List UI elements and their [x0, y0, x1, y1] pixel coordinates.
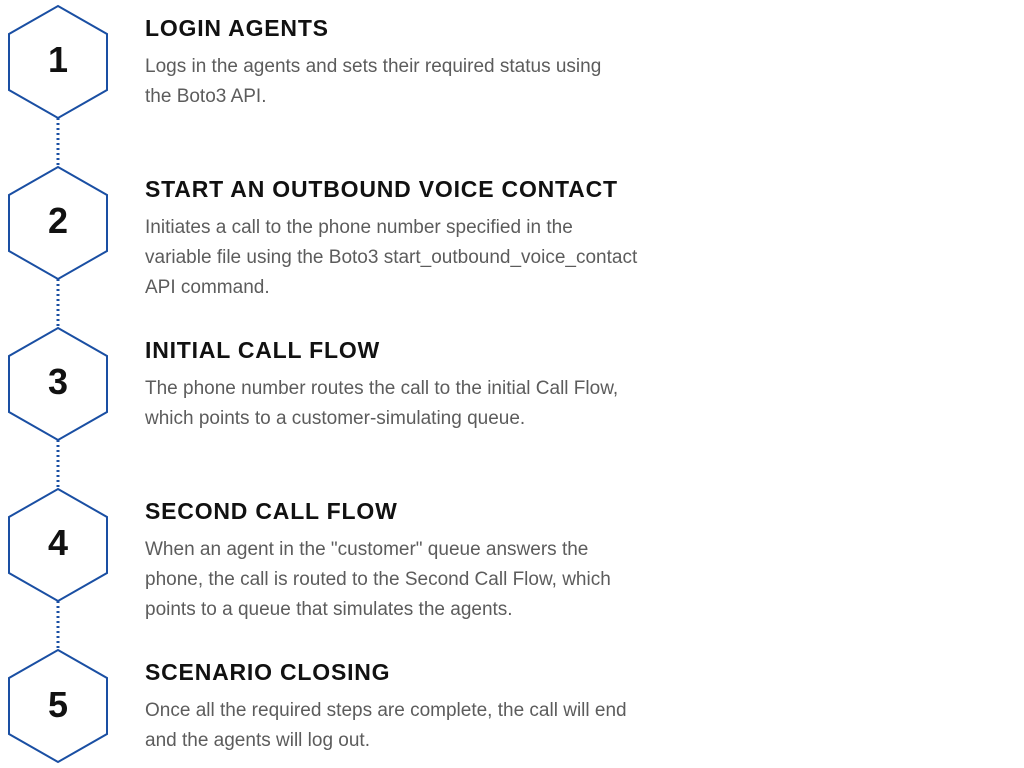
- step-5-number: 5: [47, 684, 69, 725]
- step-3-title: INITIAL CALL FLOW: [145, 337, 381, 363]
- step-2-text: START AN OUTBOUND VOICE CONTACT Initiate…: [145, 175, 725, 303]
- step-1-number: 1: [47, 39, 69, 80]
- step-2-desc-line-1: Initiates a call to the phone number spe…: [145, 217, 573, 238]
- step-3-desc-line-2: which points to a customer-simulating qu…: [145, 408, 526, 429]
- step-4-text: SECOND CALL FLOW When an agent in the "c…: [145, 497, 725, 625]
- step-3-desc-line-1: The phone number routes the call to the …: [145, 378, 619, 399]
- step-4-desc-line-1: When an agent in the "customer" queue an…: [145, 539, 589, 560]
- step-1-text: LOGIN AGENTS Logs in the agents and sets…: [145, 14, 725, 112]
- step-3-number: 3: [47, 361, 69, 402]
- step-5-desc-line-2: and the agents will log out.: [145, 730, 370, 751]
- step-5-description: Once all the required steps are complete…: [145, 696, 725, 756]
- step-3-description: The phone number routes the call to the …: [145, 374, 725, 434]
- step-1-title: LOGIN AGENTS: [145, 15, 329, 41]
- step-4-title: SECOND CALL FLOW: [145, 498, 398, 524]
- step-3-text: INITIAL CALL FLOW The phone number route…: [145, 336, 725, 434]
- step-4-desc-line-2: phone, the call is routed to the Second …: [145, 569, 611, 590]
- step-1-description: Logs in the agents and sets their requir…: [145, 52, 725, 112]
- step-2-description: Initiates a call to the phone number spe…: [145, 213, 725, 303]
- step-1-desc-line-1: Logs in the agents and sets their requir…: [145, 56, 602, 77]
- step-5-text: SCENARIO CLOSING Once all the required s…: [145, 658, 725, 756]
- step-5-title: SCENARIO CLOSING: [145, 659, 391, 685]
- step-2-desc-line-2: variable file using the Boto3 start_outb…: [145, 247, 638, 268]
- step-2-title: START AN OUTBOUND VOICE CONTACT: [145, 176, 618, 202]
- step-5-desc-line-1: Once all the required steps are complete…: [145, 700, 627, 721]
- step-4-desc-line-3: points to a queue that simulates the age…: [145, 599, 513, 620]
- step-4-description: When an agent in the "customer" queue an…: [145, 535, 725, 625]
- step-2-number: 2: [47, 200, 69, 241]
- step-1-desc-line-2: the Boto3 API.: [145, 86, 267, 107]
- step-4-number: 4: [47, 522, 69, 563]
- step-2-desc-line-3: API command.: [145, 277, 270, 298]
- process-steps-diagram: 1 2 3 4 5 LOGIN AGENTS Logs in the agent…: [0, 0, 1024, 768]
